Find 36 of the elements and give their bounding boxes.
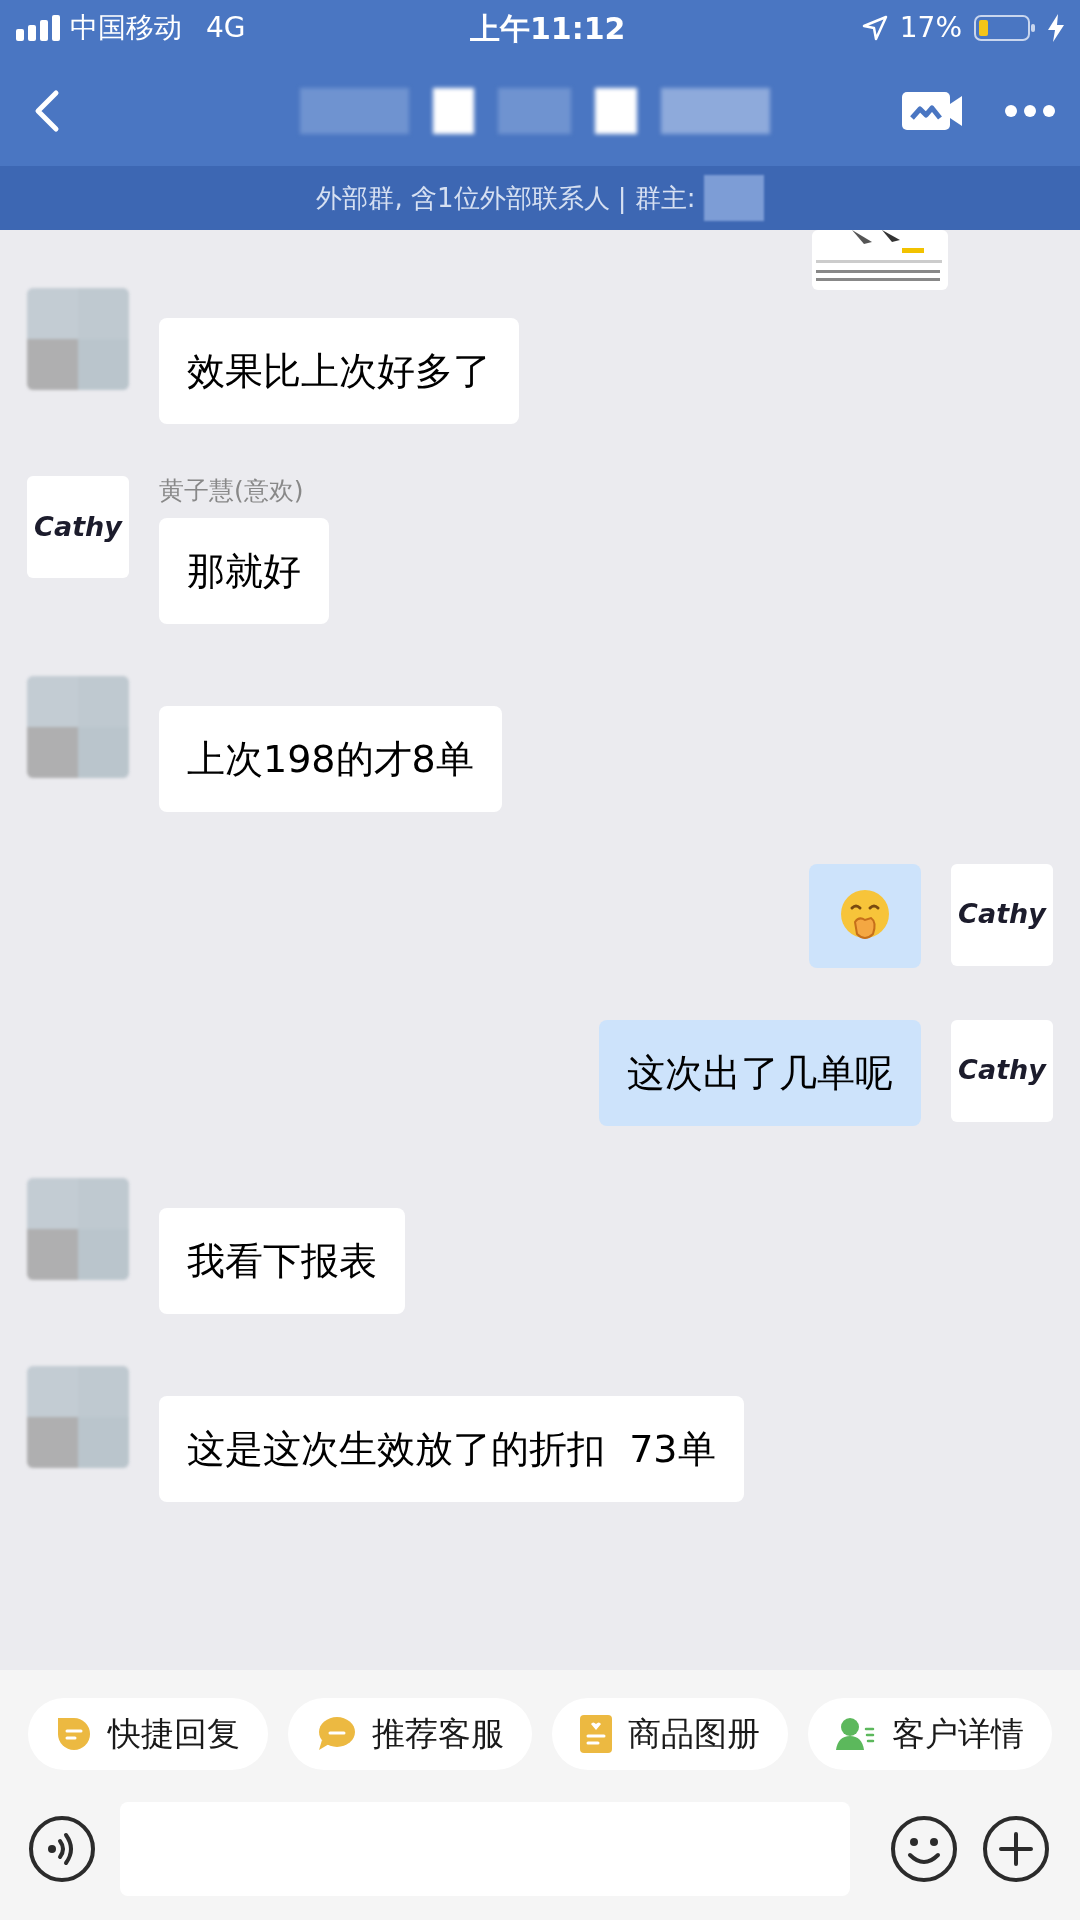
avatar-logo-text: Cathy	[34, 509, 122, 544]
chat-bubble-icon	[316, 1716, 356, 1752]
message-text: 我看下报表	[159, 1207, 405, 1314]
quick-action-chip[interactable]: 商品图册	[552, 1698, 788, 1770]
sender-name: 黄子慧(意欢)	[159, 475, 304, 507]
avatar[interactable]: Cathy	[27, 476, 129, 578]
battery-icon	[974, 15, 1036, 41]
avatar[interactable]: Cathy	[951, 863, 1053, 966]
avatar-logo-text: Cathy	[958, 1053, 1046, 1088]
more-button[interactable]	[1004, 104, 1056, 118]
quick-action-chip[interactable]: 快捷回复	[28, 1698, 268, 1770]
contact-details-icon	[836, 1716, 876, 1752]
message-text: 上次198的才8单	[159, 705, 502, 812]
quick-action-chip[interactable]: 客户详情	[808, 1698, 1052, 1770]
clock: 上午11:12	[470, 9, 626, 48]
album-icon	[580, 1715, 612, 1753]
network-type: 4G	[206, 10, 246, 46]
video-call-button[interactable]	[902, 92, 964, 130]
avatar[interactable]: Cathy	[951, 1019, 1053, 1122]
message-text: 那就好	[159, 517, 329, 624]
quick-action-chip[interactable]: 推荐客服	[288, 1698, 532, 1770]
location-icon	[861, 15, 888, 41]
avatar-logo-text: Cathy	[958, 897, 1046, 932]
emoji-button[interactable]	[890, 1815, 958, 1883]
voice-button[interactable]	[28, 1815, 96, 1883]
add-button[interactable]	[982, 1815, 1050, 1883]
note-icon	[56, 1716, 92, 1752]
message-text: 这次出了几单呢	[599, 1019, 921, 1126]
redacted-owner	[703, 175, 764, 221]
message-text: 效果比上次好多了	[159, 318, 519, 424]
charging-icon	[1048, 14, 1064, 42]
signal-icon	[16, 15, 62, 41]
battery-percent: 17%	[899, 10, 962, 46]
message-text: 这是这次生效放了的折扣 73单	[159, 1395, 744, 1502]
group-info: 外部群, 含1位外部联系人 | 群主:	[316, 181, 696, 216]
carrier-name: 中国移动	[70, 10, 182, 46]
